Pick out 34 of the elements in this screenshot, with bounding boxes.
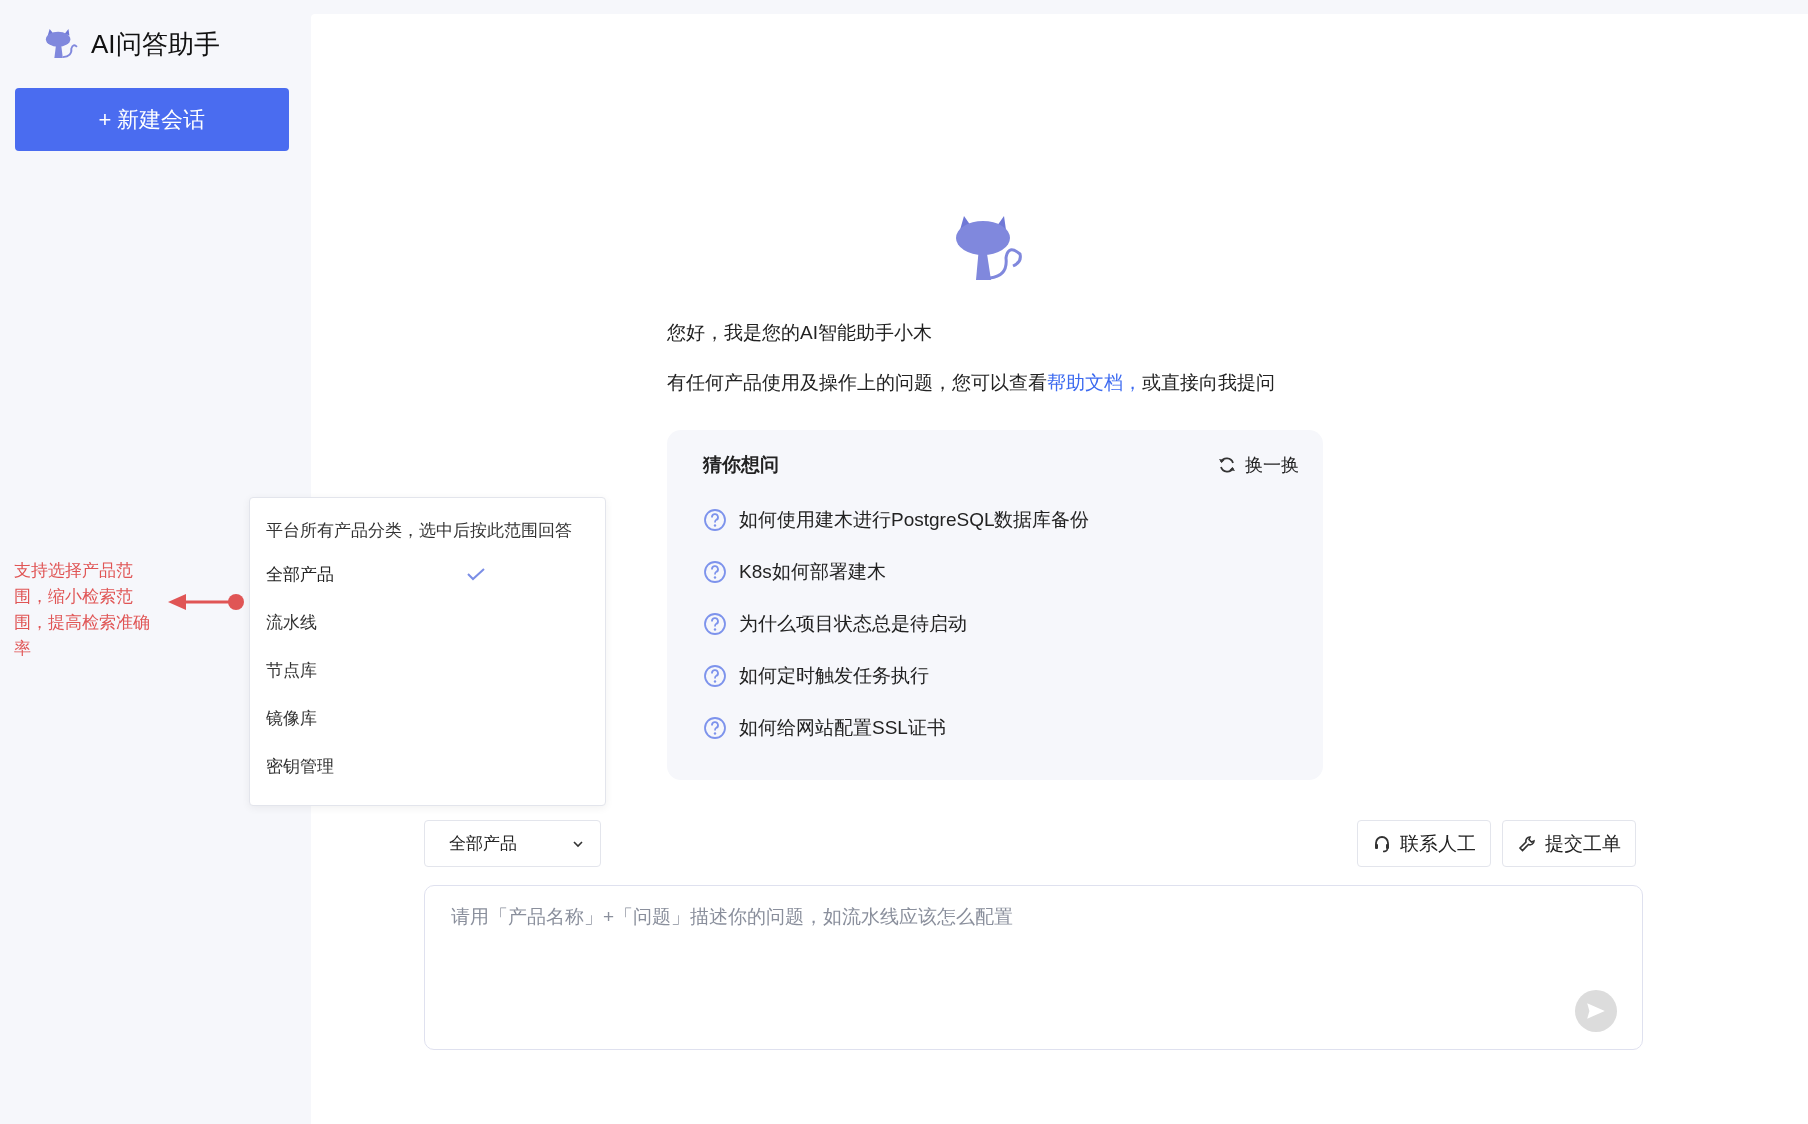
help-docs-link[interactable]: 帮助文档， — [1047, 372, 1142, 393]
menu-option[interactable]: 全部产品 — [266, 550, 486, 598]
product-scope-select[interactable]: 全部产品 — [424, 820, 601, 867]
submit-ticket-button[interactable]: 提交工单 — [1502, 820, 1636, 867]
annotation-text: 支持选择产品范围，缩小检索范围，提高检索准确率 — [14, 560, 151, 660]
app-title: AI问答助手 — [91, 27, 220, 61]
suggestions-title: 猜你想问 — [703, 453, 779, 477]
send-icon — [1585, 1000, 1607, 1022]
chevron-down-icon — [572, 839, 584, 848]
question-input[interactable]: 请用「产品名称」+「问题」描述你的问题，如流水线应该怎么配置 — [424, 885, 1643, 1050]
question-icon — [703, 560, 727, 584]
contact-agent-button[interactable]: 联系人工 — [1357, 820, 1491, 867]
suggested-question[interactable]: 为什么项目状态总是待启动 — [739, 611, 967, 637]
question-icon — [703, 612, 727, 636]
menu-hint: 平台所有产品分类，选中后按此范围回答 — [266, 519, 573, 542]
suggested-question[interactable]: 如何使用建木进行PostgreSQL数据库备份 — [739, 507, 1090, 533]
question-icon — [703, 508, 727, 532]
question-icon — [703, 716, 727, 740]
suggested-question[interactable]: 如何给网站配置SSL证书 — [739, 715, 946, 741]
menu-option[interactable]: 镜像库 — [266, 694, 486, 742]
menu-option[interactable]: 流水线 — [266, 598, 486, 646]
new-chat-button[interactable]: + 新建会话 — [15, 88, 289, 151]
check-icon — [466, 567, 486, 581]
refresh-button[interactable]: 换一换 — [1217, 453, 1299, 477]
greeting-text: 您好，我是您的AI智能助手小木 — [667, 321, 933, 345]
suggested-question[interactable]: 如何定时触发任务执行 — [739, 663, 929, 689]
question-icon — [703, 664, 727, 688]
headset-icon — [1372, 833, 1392, 854]
intro-text: 有任何产品使用及操作上的问题，您可以查看帮助文档，或直接向我提问 — [667, 371, 1276, 395]
menu-option[interactable]: 节点库 — [266, 646, 486, 694]
wrench-icon — [1517, 833, 1537, 854]
refresh-icon — [1217, 455, 1237, 475]
menu-option[interactable]: 密钥管理 — [266, 742, 486, 790]
suggested-question[interactable]: K8s如何部署建木 — [739, 559, 886, 585]
